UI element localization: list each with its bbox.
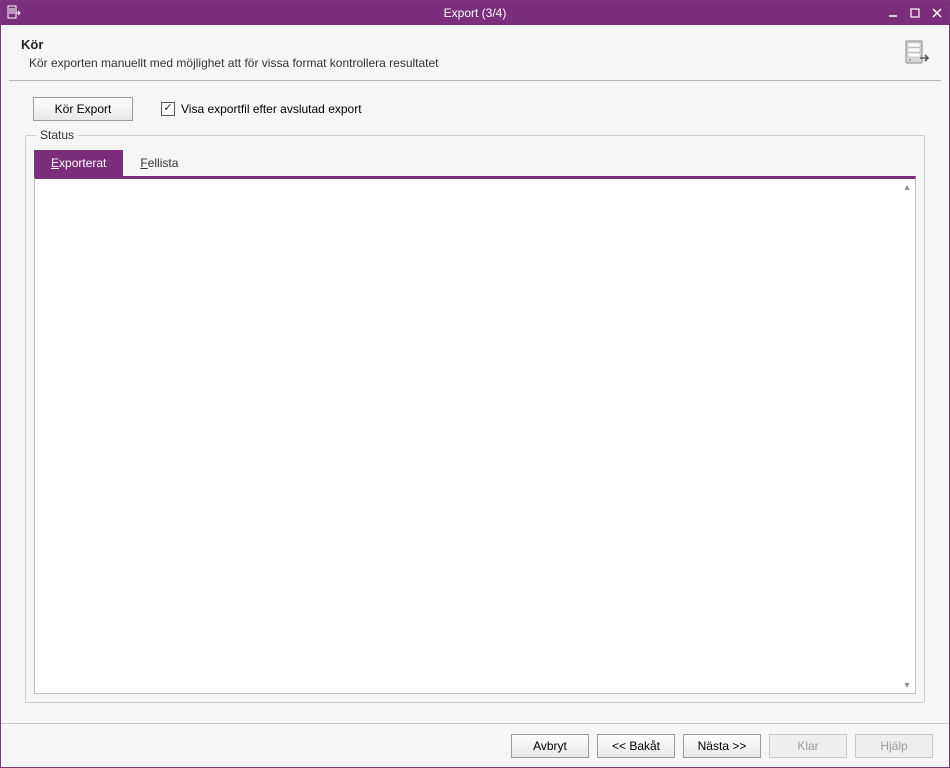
wizard-footer: Avbryt << Bakåt Nästa >> Klar Hjälp — [1, 723, 949, 767]
tab-exporterat[interactable]: Exporterat — [34, 150, 123, 176]
status-groupbox: Status Exporterat Fellista ▴ ▾ — [25, 135, 925, 703]
titlebar[interactable]: Export (3/4) — [1, 1, 949, 25]
page-header: Kör Kör exporten manuellt med möjlighet … — [9, 25, 941, 81]
app-icon — [5, 4, 23, 22]
minimize-button[interactable] — [887, 7, 899, 19]
page-title: Kör — [21, 37, 893, 52]
tab-fellista[interactable]: Fellista — [123, 150, 195, 176]
next-button[interactable]: Nästa >> — [683, 734, 761, 758]
show-exportfile-checkbox[interactable]: Visa exportfil efter avslutad export — [161, 102, 362, 116]
status-legend: Status — [36, 128, 78, 142]
export-wizard-window: Export (3/4) Kör Kör exporten manuellt m… — [0, 0, 950, 768]
run-export-button[interactable]: Kör Export — [33, 97, 133, 121]
maximize-button[interactable] — [909, 7, 921, 19]
server-export-icon — [901, 37, 933, 69]
status-tab-strip: Exporterat Fellista — [34, 150, 916, 176]
scroll-down-icon: ▾ — [901, 679, 913, 691]
tab-label: Fellista — [140, 156, 178, 170]
close-button[interactable] — [931, 7, 943, 19]
window-title: Export (3/4) — [1, 6, 949, 20]
checkbox-icon — [161, 102, 175, 116]
page-subtitle: Kör exporten manuellt med möjlighet att … — [29, 56, 893, 70]
content-area: Kör Kör exporten manuellt med möjlighet … — [1, 25, 949, 723]
back-button[interactable]: << Bakåt — [597, 734, 675, 758]
cancel-button[interactable]: Avbryt — [511, 734, 589, 758]
help-button: Hjälp — [855, 734, 933, 758]
status-output-panel[interactable]: ▴ ▾ — [34, 176, 916, 694]
scroll-up-icon: ▴ — [901, 181, 913, 193]
tab-label: Exporterat — [51, 156, 106, 170]
run-controls-row: Kör Export Visa exportfil efter avslutad… — [9, 81, 941, 131]
checkbox-label: Visa exportfil efter avslutad export — [181, 102, 362, 116]
finish-button: Klar — [769, 734, 847, 758]
